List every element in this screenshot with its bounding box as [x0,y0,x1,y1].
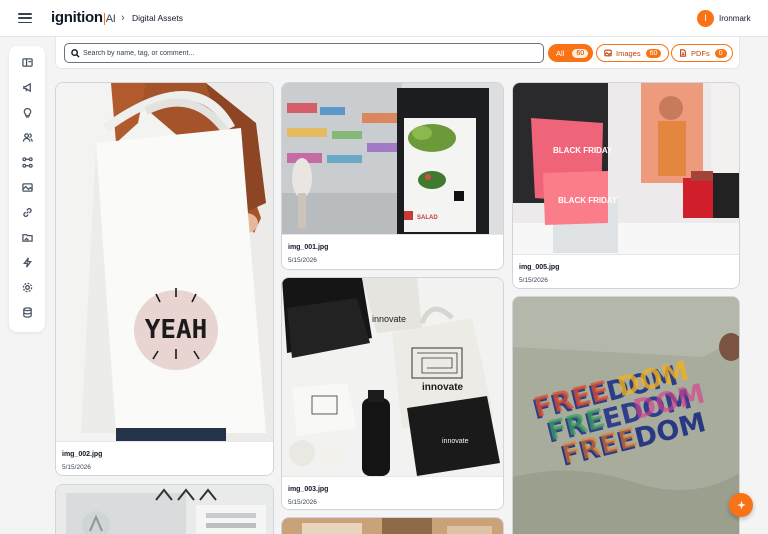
asset-filename: img_001.jpg [288,244,329,251]
kiosk-screen-text: SALAD [417,215,438,221]
app-logo[interactable]: ignition AI [51,9,116,26]
asset-meta: img_003.jpg 5/15/2026 [282,476,503,509]
sign-text-2: BLACK FRIDAY [558,196,618,205]
asset-filename: img_002.jpg [62,451,103,458]
search-icon [71,49,80,58]
settings-icon[interactable] [20,280,34,294]
filter-images-count: 60 [645,48,662,58]
bag-print-text: innovate [372,314,406,324]
filter-all-button[interactable]: All 60 [548,44,593,62]
search-filter-bar: All 60 Images 60 PDFs 0 [55,37,740,69]
sidebar [9,46,45,332]
workflow-icon[interactable] [20,155,34,169]
asset-card[interactable] [281,517,504,534]
image-icon [604,49,612,57]
tote-print-text: YEAH [145,315,208,345]
filter-pdfs-button[interactable]: PDFs 0 [671,44,733,62]
sign-text-1: BLACK FRIDAY [553,146,613,155]
asset-filename: img_005.jpg [519,264,560,271]
asset-thumbnail: FREEDOM FREEDOM FREEDOM FREE DOM FRE DOM… [513,297,739,534]
asset-meta: img_001.jpg 5/15/2026 [282,234,503,269]
filter-all-count: 60 [572,48,589,58]
asset-thumbnail: innovate innovate innovate [282,278,503,476]
users-icon[interactable] [20,130,34,144]
filter-all-label: All [556,48,565,58]
link-icon[interactable] [20,205,34,219]
sparkle-fab-button[interactable] [729,493,753,517]
folder-image-icon[interactable] [20,230,34,244]
hamburger-menu-icon[interactable] [18,11,32,25]
database-icon[interactable] [20,305,34,319]
asset-thumbnail [282,518,503,534]
filter-images-label: Images [616,48,641,58]
asset-date: 5/15/2026 [288,499,317,506]
dashboard-icon[interactable] [20,55,34,69]
pdf-icon [680,49,686,57]
avatar[interactable]: I [697,10,714,27]
breadcrumb: Digital Assets [132,13,184,23]
megaphone-icon[interactable] [20,80,34,94]
asset-thumbnail: BLACK FRIDAY BLACK FRIDAY [513,83,739,254]
asset-thumbnail: YEAH [56,83,273,441]
top-header: ignition AI › Digital Assets I Ironmark [0,0,768,37]
asset-card[interactable]: BLACK FRIDAY BLACK FRIDAY img_005.jpg 5/… [512,82,740,289]
asset-date: 5/15/2026 [519,277,548,284]
image-gallery-icon[interactable] [20,180,34,194]
search-field[interactable] [64,43,544,63]
asset-date: 5/15/2026 [288,257,317,264]
asset-card[interactable]: SALAD img_001.jpg 5/15/2026 [281,82,504,270]
user-name[interactable]: Ironmark [719,14,751,23]
search-input[interactable] [83,45,533,61]
chevron-right-icon: › [121,12,125,24]
asset-thumbnail: SALAD [282,83,503,234]
asset-card[interactable]: FREEDOM FREEDOM FREEDOM FREE DOM FRE DOM… [512,296,740,534]
asset-card[interactable] [55,484,274,534]
asset-filename: img_003.jpg [288,486,329,493]
filter-images-button[interactable]: Images 60 [596,44,669,62]
filter-pdfs-label: PDFs [691,48,710,58]
asset-meta: img_002.jpg 5/15/2026 [56,441,273,475]
asset-card[interactable]: innovate innovate innovate img_003.jpg 5… [281,277,504,510]
sparkle-icon [736,500,746,509]
asset-thumbnail [56,485,273,534]
svg-text:innovate: innovate [422,382,464,393]
lightbulb-icon[interactable] [20,105,34,119]
svg-text:innovate: innovate [442,438,469,445]
asset-card[interactable]: YEAH img_002.jpg 5/15/2026 [55,82,274,476]
lightning-icon[interactable] [20,255,34,269]
asset-date: 5/15/2026 [62,464,91,471]
asset-meta: img_005.jpg 5/15/2026 [513,254,739,288]
filter-pdfs-count: 0 [714,48,727,58]
